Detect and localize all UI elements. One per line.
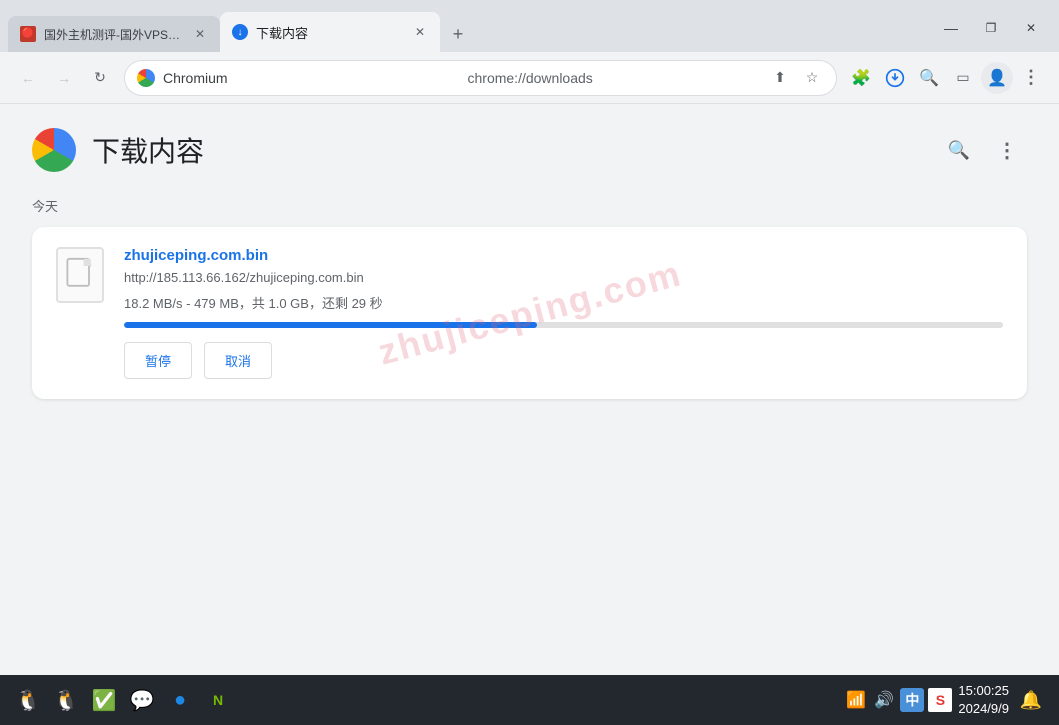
share-icon[interactable]: ⬆ — [768, 66, 792, 90]
page-header: 下载内容 🔍 ⋮ — [32, 128, 1027, 172]
inactive-tab-close[interactable]: ✕ — [192, 26, 208, 42]
profile-button[interactable]: 👤 — [981, 62, 1013, 94]
restore-button[interactable]: ❐ — [971, 12, 1011, 44]
volume-icon[interactable]: 🔊 — [872, 688, 896, 712]
tab-active[interactable]: 下载内容 ✕ — [220, 12, 440, 52]
download-card: zhujiceping.com zhujiceping.com.bin http… — [32, 227, 1027, 399]
pause-button[interactable]: 暂停 — [124, 342, 192, 379]
search-icon: 🔍 — [948, 140, 970, 161]
section-today-label: 今天 — [32, 196, 1027, 215]
nav-right-actions: 🧩 🔍 ▭ 👤 ⋮ — [845, 62, 1047, 94]
title-bar: 🔴 国外主机测评-国外VPS、国... ✕ 下载内容 ✕ + — ❐ ✕ — [0, 0, 1059, 52]
page-menu-button[interactable]: ⋮ — [987, 130, 1027, 170]
forward-button[interactable]: → — [48, 62, 80, 94]
download-url: http://185.113.66.162/zhujiceping.com.bi… — [124, 270, 1003, 285]
page-content: 下载内容 🔍 ⋮ 今天 zhujiceping.com zhujiceping.… — [0, 104, 1059, 675]
taskbar-nvidia-icon[interactable]: N — [202, 684, 234, 716]
taskbar-time-text: 15:00:25 — [958, 682, 1009, 700]
taskbar-penguin-icon-1[interactable]: 🐧 — [12, 684, 44, 716]
address-bar[interactable]: Chromium chrome://downloads ⬆ ☆ — [124, 60, 837, 96]
new-tab-button[interactable]: + — [444, 20, 472, 48]
taskbar-penguin-icon-2[interactable]: 🐧 — [50, 684, 82, 716]
back-icon: ← — [21, 70, 35, 86]
download-info: zhujiceping.com.bin http://185.113.66.16… — [124, 247, 1003, 379]
tray-icons: 📶 🔊 中 S — [844, 688, 952, 712]
notification-button[interactable]: 🔔 — [1015, 684, 1047, 716]
download-filename: zhujiceping.com.bin — [124, 247, 1003, 264]
taskbar-clock: 15:00:25 2024/9/9 — [958, 682, 1009, 718]
page-header-left: 下载内容 — [32, 128, 204, 172]
refresh-button[interactable]: ↻ — [84, 62, 116, 94]
back-button[interactable]: ← — [12, 62, 44, 94]
ime-indicator[interactable]: 中 — [900, 688, 924, 712]
chromium-logo-icon — [137, 69, 155, 87]
search-button[interactable]: 🔍 — [913, 62, 945, 94]
navigation-bar: ← → ↻ Chromium chrome://downloads ⬆ ☆ 🧩 … — [0, 52, 1059, 104]
taskbar-bluetooth-icon[interactable]: ● — [164, 684, 196, 716]
notification-icon: 🔔 — [1020, 690, 1042, 711]
page-title: 下载内容 — [92, 130, 204, 170]
document-icon — [64, 257, 96, 293]
active-tab-close[interactable]: ✕ — [412, 24, 428, 40]
forward-icon: → — [57, 70, 71, 86]
download-actions: 暂停 取消 — [124, 342, 1003, 379]
page-logo-icon — [32, 128, 76, 172]
url-text: chrome://downloads — [468, 70, 761, 86]
extensions-button[interactable]: 🧩 — [845, 62, 877, 94]
download-icon — [885, 68, 905, 88]
file-icon — [56, 247, 104, 303]
menu-button[interactable]: ⋮ — [1015, 62, 1047, 94]
wps-icon[interactable]: S — [928, 688, 952, 712]
minimize-button[interactable]: — — [931, 12, 971, 44]
sidebar-button[interactable]: ▭ — [947, 62, 979, 94]
network-icon[interactable]: 📶 — [844, 688, 868, 712]
taskbar-date-text: 2024/9/9 — [958, 700, 1009, 718]
refresh-icon: ↻ — [94, 69, 106, 86]
browser-name: Chromium — [163, 70, 456, 86]
taskbar: 🐧 🐧 ✅ 💬 ● N 📶 🔊 中 S 15:00:25 2024/9/9 🔔 — [0, 675, 1059, 725]
more-icon: ⋮ — [997, 138, 1017, 163]
active-tab-label: 下载内容 — [256, 23, 308, 42]
progress-bar-container — [124, 322, 1003, 328]
inactive-tab-label: 国外主机测评-国外VPS、国... — [44, 26, 184, 43]
page-search-button[interactable]: 🔍 — [939, 130, 979, 170]
taskbar-chat-icon[interactable]: 💬 — [126, 684, 158, 716]
download-status: 18.2 MB/s - 479 MB，共 1.0 GB，还剩 29 秒 — [124, 293, 1003, 312]
page-header-right: 🔍 ⋮ — [939, 130, 1027, 170]
taskbar-green-check-icon[interactable]: ✅ — [88, 684, 120, 716]
close-button[interactable]: ✕ — [1011, 12, 1051, 44]
cancel-button[interactable]: 取消 — [204, 342, 272, 379]
window-controls: — ❐ ✕ — [931, 12, 1051, 44]
inactive-tab-favicon: 🔴 — [20, 26, 36, 42]
progress-bar — [124, 322, 537, 328]
active-tab-favicon — [232, 24, 248, 40]
tab-inactive[interactable]: 🔴 国外主机测评-国外VPS、国... ✕ — [8, 16, 220, 52]
download-status-button[interactable] — [879, 62, 911, 94]
bookmark-icon[interactable]: ☆ — [800, 66, 824, 90]
